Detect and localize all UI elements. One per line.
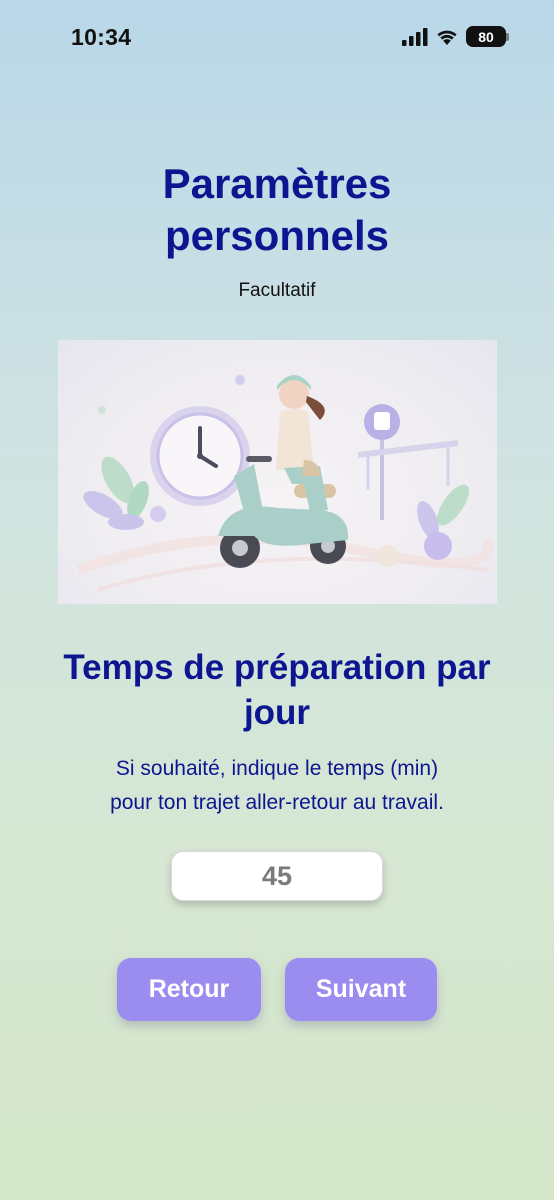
- next-button[interactable]: Suivant: [285, 958, 437, 1021]
- section-description-line2: pour ton trajet aller-retour au travail.: [110, 791, 444, 814]
- preparation-time-input[interactable]: [171, 851, 383, 901]
- plant-right: [417, 484, 470, 560]
- section-title-line2: jour: [243, 693, 311, 732]
- section-description: Si souhaité, indique le temps (min) pour…: [40, 752, 514, 820]
- battery-icon: 80: [466, 26, 509, 47]
- section-title-line1: Temps de préparation par: [63, 648, 491, 687]
- page-title: Paramètres personnels: [0, 158, 554, 262]
- back-button[interactable]: Retour: [117, 958, 261, 1021]
- status-bar: 10:34 80: [0, 0, 554, 76]
- page-subtitle: Facultatif: [238, 280, 316, 301]
- page-title-line1: Paramètres: [162, 160, 392, 207]
- section-description-line1: Si souhaité, indique le temps (min): [115, 757, 439, 780]
- page-title-line2: personnels: [164, 212, 390, 259]
- clock-icon: [150, 406, 250, 506]
- wifi-icon: [437, 30, 457, 45]
- battery-level: 80: [478, 28, 494, 45]
- section-title: Temps de préparation par jour: [20, 645, 534, 735]
- scooter-commute-illustration: [58, 340, 497, 604]
- status-icons: 80: [402, 26, 509, 47]
- cellular-signal-icon: [402, 27, 428, 46]
- status-time: 10:34: [71, 24, 132, 50]
- plant-left: [83, 456, 149, 530]
